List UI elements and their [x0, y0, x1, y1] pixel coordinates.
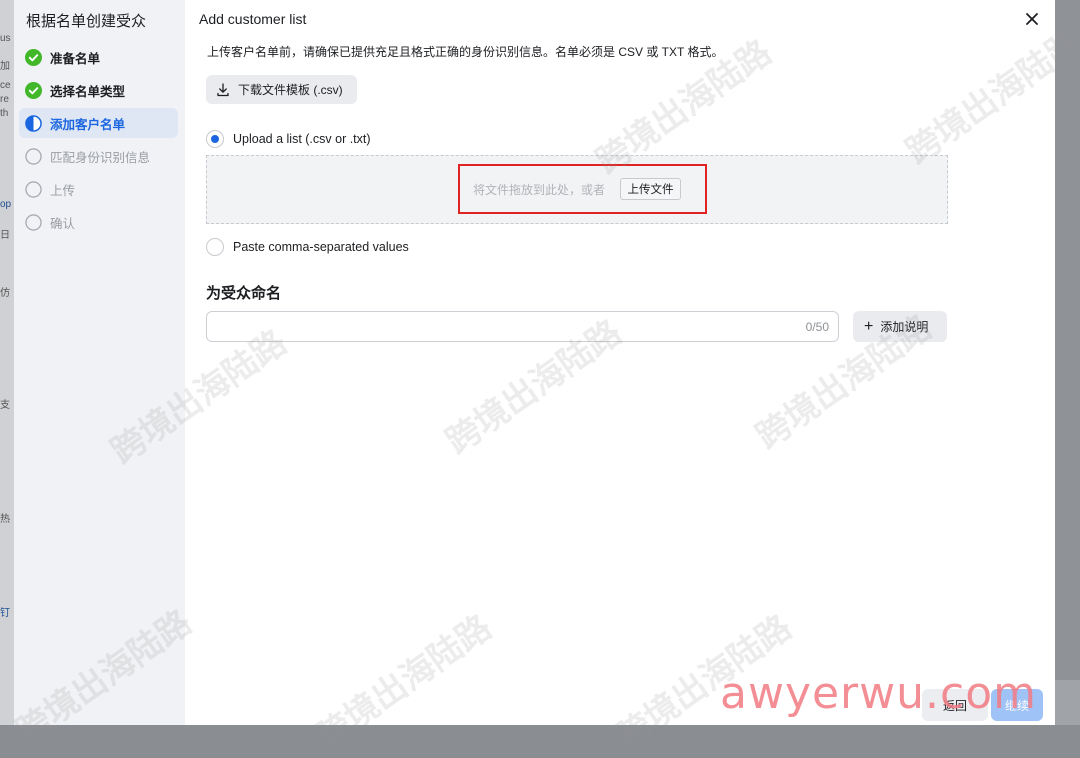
radio-paste-values[interactable] [206, 238, 224, 256]
bg-fragment: op [0, 199, 12, 210]
char-counter: 0/50 [805, 320, 829, 334]
bg-fragment: 钉 [0, 608, 10, 619]
bg-fragment: 仿 [0, 288, 10, 299]
bg-fragment: 热 [0, 514, 10, 525]
upload-description: 上传客户名单前，请确保已提供充足且格式正确的身份识别信息。名单必须是 CSV 或… [207, 45, 724, 59]
dialog-title: Add customer list [199, 11, 307, 27]
bg-fragment: ce [0, 80, 11, 91]
bg-fragment: 加 [0, 61, 10, 72]
empty-circle-icon [25, 213, 42, 231]
step-label: 匹配身份识别信息 [50, 150, 151, 165]
download-template-button[interactable]: 下载文件模板 (.csv) [206, 75, 357, 104]
empty-circle-icon [25, 147, 42, 165]
bg-fragment: th [0, 108, 9, 119]
bg-fragment: us [0, 33, 11, 44]
radio-upload-list[interactable] [206, 130, 224, 148]
download-template-label: 下载文件模板 (.csv) [238, 83, 343, 97]
step-upload: 上传 [19, 174, 178, 204]
bg-fragment: 日 [0, 230, 10, 241]
paste-values-label: Paste comma-separated values [233, 240, 409, 254]
half-circle-icon [25, 114, 42, 132]
bg-fragment: re [0, 94, 9, 105]
site-watermark: awyerwu.com [720, 668, 1037, 719]
step-confirm: 确认 [19, 207, 178, 237]
upload-list-label: Upload a list (.csv or .txt) [233, 132, 371, 146]
step-label: 添加客户名单 [50, 117, 126, 132]
step-match-identifiers: 匹配身份识别信息 [19, 141, 178, 171]
empty-circle-icon [25, 180, 42, 198]
red-highlight-box [458, 164, 707, 214]
check-circle-icon [25, 81, 42, 99]
step-label: 上传 [50, 183, 76, 198]
step-label: 确认 [50, 216, 76, 231]
dialog-main: Add customer list 上传客户名单前，请确保已提供充足且格式正确的… [185, 0, 1055, 725]
step-label: 准备名单 [50, 51, 101, 66]
step-select-list-type: 选择名单类型 [19, 75, 178, 105]
paste-values-option[interactable]: Paste comma-separated values [206, 238, 409, 256]
audience-name-heading: 为受众命名 [206, 285, 282, 302]
step-prepare-list: 准备名单 [19, 42, 178, 72]
step-label: 选择名单类型 [50, 84, 126, 99]
check-circle-icon [25, 48, 42, 66]
audience-name-input[interactable]: 0/50 [206, 311, 839, 342]
bg-fragment: 支 [0, 400, 10, 411]
close-icon[interactable] [1021, 8, 1043, 30]
upload-list-option[interactable]: Upload a list (.csv or .txt) [206, 130, 371, 148]
background-page: us 加 ce re th op 日 仿 支 热 钉 [0, 0, 14, 725]
step-add-customer-list: 添加客户名单 [19, 108, 178, 138]
download-icon [217, 82, 229, 96]
overlay-backdrop [1055, 0, 1080, 725]
sidebar-title: 根据名单创建受众 [26, 13, 147, 30]
